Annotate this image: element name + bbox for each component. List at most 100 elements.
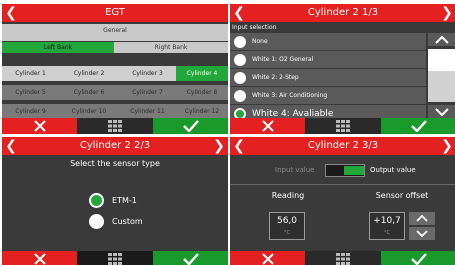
confirm-button[interactable] xyxy=(381,251,455,265)
input-option-label: White 3: Air Conditioning xyxy=(252,92,328,99)
checkmark-icon xyxy=(410,120,427,132)
toggle-knob xyxy=(344,166,364,175)
grid-menu-icon xyxy=(108,120,122,132)
close-icon xyxy=(261,120,274,132)
sensor-option-etm1[interactable]: ETM-1 xyxy=(89,192,137,208)
menu-button[interactable] xyxy=(77,118,153,134)
general-label: General xyxy=(103,27,127,34)
cancel-button[interactable] xyxy=(230,118,305,134)
chevron-down-icon xyxy=(416,230,428,237)
scrollbar[interactable] xyxy=(428,33,455,118)
footer-bar xyxy=(230,118,455,134)
left-bank-button[interactable]: Left Bank xyxy=(2,42,114,53)
sensor-type-prompt: Select the sensor type xyxy=(70,159,160,168)
offset-field[interactable]: +10,7 °C xyxy=(369,212,405,240)
confirm-button[interactable] xyxy=(381,118,455,134)
offset-value: +10,7 xyxy=(373,216,401,226)
value-mode-row: Input value Output value xyxy=(230,163,455,177)
scroll-down-button[interactable] xyxy=(428,105,455,118)
input-value-label: Input value xyxy=(275,166,315,174)
reading-display: 56,0 °C xyxy=(269,212,305,240)
header-bar: ❮ Cylinder 2 3/3 ❯ xyxy=(230,137,455,155)
reading-label: Reading xyxy=(271,191,305,200)
sensor-option-custom[interactable]: Custom xyxy=(89,213,143,229)
input-option[interactable]: White 2: 2-Step xyxy=(230,69,426,86)
close-icon xyxy=(33,120,46,132)
input-selection-panel: ❮ Cylinder 2 1/3 ❯ Input selection None W… xyxy=(230,4,455,134)
egt-panel: ❮ EGT General Left Bank Right Bank Cylin… xyxy=(2,4,228,134)
radio-unselected-icon xyxy=(234,35,246,48)
menu-button[interactable] xyxy=(77,251,153,265)
footer-bar xyxy=(2,251,228,265)
grid-menu-icon xyxy=(108,253,122,265)
menu-button[interactable] xyxy=(305,251,381,265)
input-option[interactable]: White 3: Air Conditioning xyxy=(230,87,426,104)
cylinder-button[interactable]: Cylinder 1 xyxy=(2,66,59,81)
offset-decrement-button[interactable] xyxy=(409,227,435,240)
cylinder-button[interactable]: Cylinder 6 xyxy=(59,85,119,100)
panel-title: Cylinder 2 1/3 xyxy=(307,7,379,18)
divider xyxy=(230,184,455,185)
checkmark-icon xyxy=(410,253,427,265)
cancel-button[interactable] xyxy=(230,251,305,265)
grid-menu-icon xyxy=(336,120,350,132)
input-option-label: White 4: Avaliable xyxy=(252,108,334,119)
cylinder-button[interactable]: Cylinder 12 xyxy=(176,104,228,119)
chevron-up-icon xyxy=(435,35,449,44)
general-header: General xyxy=(2,24,228,41)
cylinder-button[interactable]: Cylinder 11 xyxy=(119,104,176,119)
chevron-right-icon[interactable]: ❯ xyxy=(211,137,227,155)
panel-title: Cylinder 2 3/3 xyxy=(307,140,379,151)
cylinder-button[interactable]: Cylinder 10 xyxy=(59,104,119,119)
grid-menu-icon xyxy=(336,253,350,265)
right-bank-button[interactable]: Right Bank xyxy=(114,42,228,53)
menu-button[interactable] xyxy=(305,118,381,134)
cylinder-button[interactable]: Cylinder 3 xyxy=(119,66,176,81)
checkmark-icon xyxy=(182,120,199,132)
panel-title: Cylinder 2 2/3 xyxy=(79,140,151,151)
sensor-type-panel: ❮ Cylinder 2 2/3 ❯ Select the sensor typ… xyxy=(2,137,228,265)
header-bar: ❮ EGT xyxy=(2,4,228,22)
cylinder-button[interactable]: Cylinder 5 xyxy=(2,85,59,100)
input-option-label: None xyxy=(252,38,268,45)
reading-value: 56,0 xyxy=(276,216,298,226)
input-option[interactable]: White 1: O2 General xyxy=(230,51,426,68)
output-value-label: Output value xyxy=(370,166,416,174)
header-bar: ❮ Cylinder 2 2/3 ❯ xyxy=(2,137,228,155)
scroll-up-button[interactable] xyxy=(428,33,455,46)
footer-bar xyxy=(2,118,228,134)
sensor-option-label: Custom xyxy=(112,216,143,226)
checkmark-icon xyxy=(182,253,199,265)
cancel-button[interactable] xyxy=(2,251,77,265)
close-icon xyxy=(33,253,46,265)
chevron-right-icon[interactable]: ❯ xyxy=(439,4,455,22)
cylinder-button[interactable]: Cylinder 2 xyxy=(59,66,119,81)
input-option-label: White 2: 2-Step xyxy=(252,74,299,81)
radio-selected-icon xyxy=(89,192,104,208)
cylinder-button[interactable]: Cylinder 9 xyxy=(2,104,59,119)
offset-increment-button[interactable] xyxy=(409,212,435,225)
input-selection-subheader: Input selection xyxy=(230,22,455,33)
chevron-right-icon[interactable]: ❯ xyxy=(439,137,455,155)
scroll-thumb[interactable] xyxy=(428,49,455,71)
confirm-button[interactable] xyxy=(153,251,228,265)
value-mode-toggle[interactable] xyxy=(325,164,365,177)
close-icon xyxy=(261,253,274,265)
sensor-offset-panel: ❮ Cylinder 2 3/3 ❯ Input value Output va… xyxy=(230,137,455,265)
input-option[interactable]: None xyxy=(230,33,426,50)
reading-unit: °C xyxy=(284,230,290,236)
cylinder-button[interactable]: Cylinder 7 xyxy=(119,85,176,100)
scroll-track[interactable] xyxy=(428,49,455,102)
sensor-option-label: ETM-1 xyxy=(112,195,137,205)
radio-unselected-icon xyxy=(234,89,246,102)
chevron-up-icon xyxy=(416,215,428,222)
footer-bar xyxy=(230,251,455,265)
radio-unselected-icon xyxy=(234,71,246,84)
confirm-button[interactable] xyxy=(153,118,228,134)
cylinder-button[interactable]: Cylinder 4 xyxy=(176,66,228,81)
cancel-button[interactable] xyxy=(2,118,77,134)
radio-unselected-icon xyxy=(234,53,246,66)
header-bar: ❮ Cylinder 2 1/3 ❯ xyxy=(230,4,455,22)
radio-unselected-icon xyxy=(89,213,104,229)
cylinder-button[interactable]: Cylinder 8 xyxy=(176,85,228,100)
